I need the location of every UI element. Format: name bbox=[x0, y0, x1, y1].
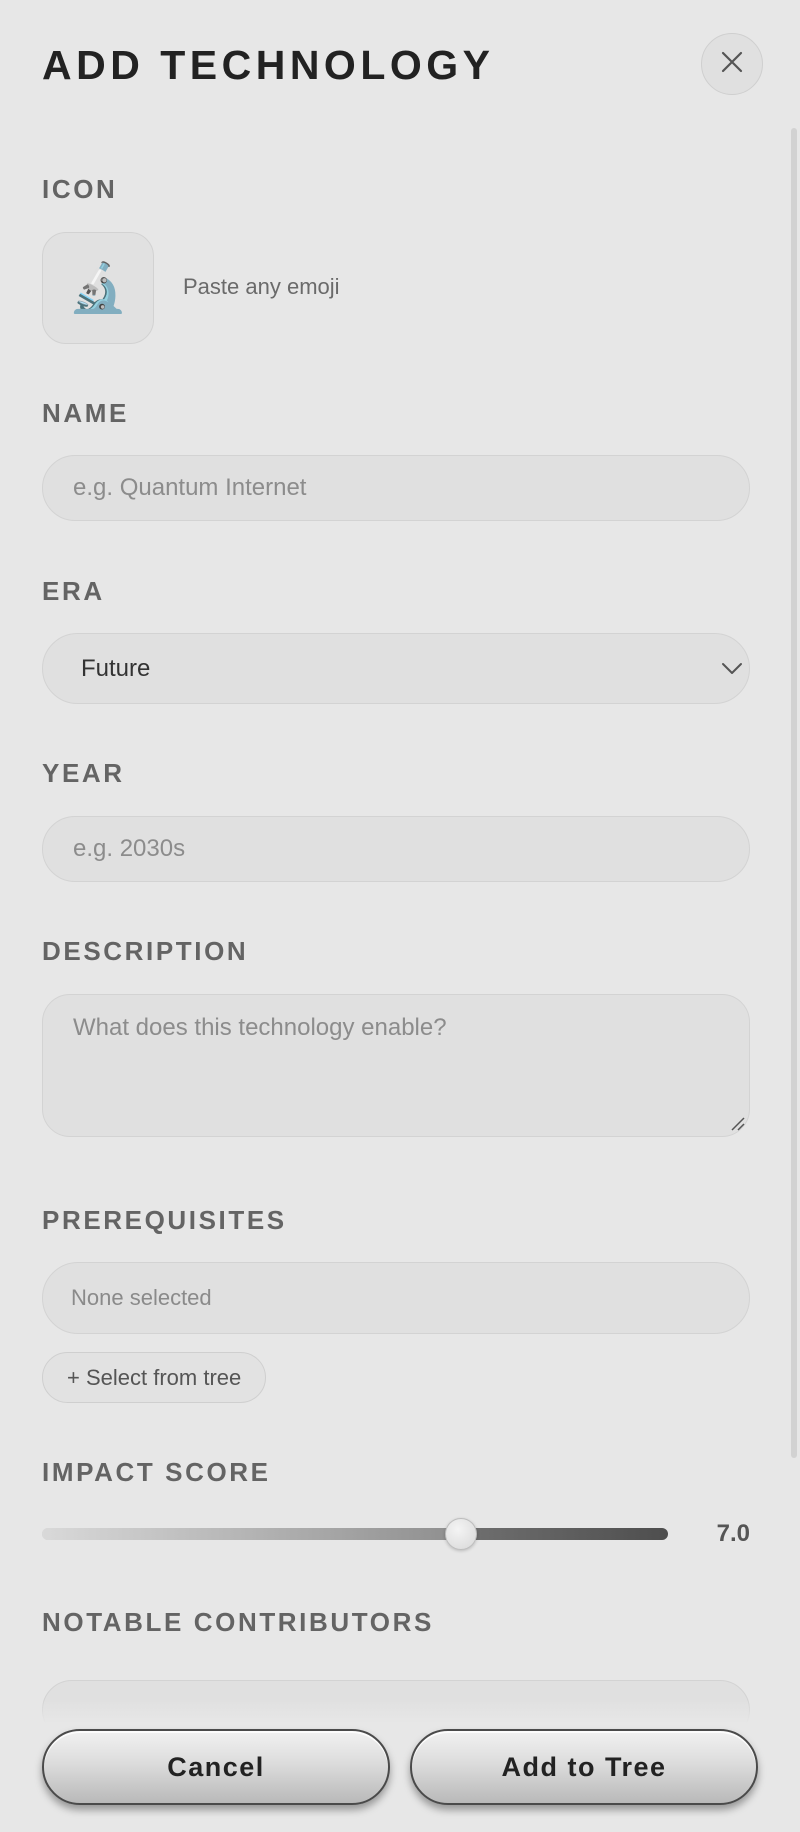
name-input[interactable] bbox=[42, 455, 750, 521]
close-button[interactable] bbox=[701, 33, 763, 95]
close-icon bbox=[720, 50, 744, 79]
chevron-down-icon bbox=[721, 655, 743, 683]
icon-label: ICON bbox=[42, 174, 118, 204]
microscope-icon: 🔬 bbox=[68, 260, 128, 316]
scrollbar[interactable] bbox=[791, 128, 797, 1458]
icon-picker[interactable]: 🔬 bbox=[42, 232, 154, 344]
era-label: ERA bbox=[42, 576, 105, 606]
resize-grip-icon[interactable] bbox=[728, 1114, 746, 1132]
era-selected-value: Future bbox=[81, 654, 151, 682]
slider-fill-before bbox=[42, 1528, 461, 1540]
add-to-tree-button[interactable]: Add to Tree bbox=[410, 1729, 758, 1805]
add-technology-modal: ADD TECHNOLOGY ICON 🔬 Paste any emoji NA… bbox=[0, 0, 800, 1832]
year-input[interactable] bbox=[42, 816, 750, 882]
select-from-tree-button[interactable]: + Select from tree bbox=[42, 1352, 267, 1403]
impact-score-label: IMPACT SCORE bbox=[42, 1457, 271, 1487]
name-label: NAME bbox=[42, 398, 129, 428]
icon-hint: Paste any emoji bbox=[183, 274, 340, 299]
slider-track bbox=[42, 1528, 668, 1540]
description-textarea[interactable] bbox=[42, 994, 750, 1137]
impact-score-slider[interactable] bbox=[42, 1518, 668, 1550]
cancel-button[interactable]: Cancel bbox=[42, 1729, 390, 1805]
notable-contributors-label: NOTABLE CONTRIBUTORS bbox=[42, 1607, 434, 1637]
year-label: YEAR bbox=[42, 758, 125, 788]
prerequisites-label: PREREQUISITES bbox=[42, 1205, 287, 1235]
era-select[interactable]: Future bbox=[42, 633, 750, 704]
description-label: DESCRIPTION bbox=[42, 936, 249, 966]
modal-title: ADD TECHNOLOGY bbox=[42, 42, 495, 88]
prerequisites-display: None selected bbox=[42, 1262, 750, 1334]
slider-thumb[interactable] bbox=[445, 1518, 477, 1550]
impact-score-value: 7.0 bbox=[716, 1520, 750, 1547]
prerequisites-selected-text: None selected bbox=[71, 1285, 212, 1310]
slider-fill-after bbox=[461, 1528, 668, 1540]
